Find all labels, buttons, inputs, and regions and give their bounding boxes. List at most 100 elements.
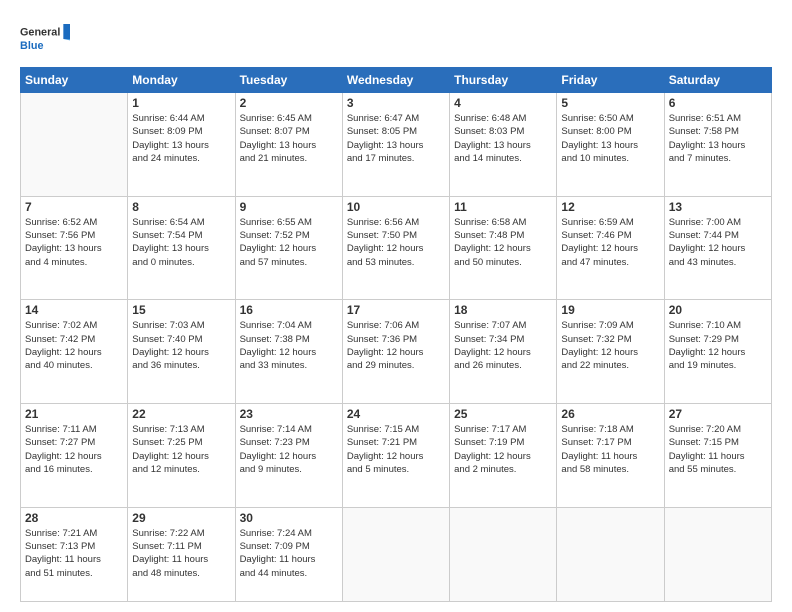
cell-info: Sunrise: 7:10 AM Sunset: 7:29 PM Dayligh… xyxy=(669,319,767,372)
day-number: 25 xyxy=(454,407,552,421)
day-number: 14 xyxy=(25,303,123,317)
day-number: 30 xyxy=(240,511,338,525)
svg-text:Blue: Blue xyxy=(20,40,43,52)
calendar-cell: 15 Sunrise: 7:03 AM Sunset: 7:40 PM Dayli… xyxy=(128,300,235,404)
cell-info: Sunrise: 6:47 AM Sunset: 8:05 PM Dayligh… xyxy=(347,112,445,165)
cell-info: Sunrise: 7:07 AM Sunset: 7:34 PM Dayligh… xyxy=(454,319,552,372)
cell-info: Sunrise: 6:54 AM Sunset: 7:54 PM Dayligh… xyxy=(132,216,230,269)
calendar-cell: 28 Sunrise: 7:21 AM Sunset: 7:13 PM Dayli… xyxy=(21,507,128,601)
calendar-cell xyxy=(21,93,128,197)
day-number: 5 xyxy=(561,96,659,110)
calendar-cell: 30 Sunrise: 7:24 AM Sunset: 7:09 PM Dayli… xyxy=(235,507,342,601)
calendar-page: General Blue SundayMondayTuesdayWednesda… xyxy=(0,0,792,612)
cell-info: Sunrise: 7:24 AM Sunset: 7:09 PM Dayligh… xyxy=(240,527,338,580)
calendar-cell: 8 Sunrise: 6:54 AM Sunset: 7:54 PM Daylig… xyxy=(128,196,235,300)
day-number: 20 xyxy=(669,303,767,317)
calendar-cell: 24 Sunrise: 7:15 AM Sunset: 7:21 PM Dayli… xyxy=(342,404,449,508)
cell-info: Sunrise: 7:20 AM Sunset: 7:15 PM Dayligh… xyxy=(669,423,767,476)
calendar-cell: 10 Sunrise: 6:56 AM Sunset: 7:50 PM Dayli… xyxy=(342,196,449,300)
cell-info: Sunrise: 6:50 AM Sunset: 8:00 PM Dayligh… xyxy=(561,112,659,165)
day-number: 26 xyxy=(561,407,659,421)
logo: General Blue xyxy=(20,19,70,59)
cell-info: Sunrise: 7:18 AM Sunset: 7:17 PM Dayligh… xyxy=(561,423,659,476)
cell-info: Sunrise: 6:55 AM Sunset: 7:52 PM Dayligh… xyxy=(240,216,338,269)
cell-info: Sunrise: 7:14 AM Sunset: 7:23 PM Dayligh… xyxy=(240,423,338,476)
calendar-cell: 11 Sunrise: 6:58 AM Sunset: 7:48 PM Dayli… xyxy=(450,196,557,300)
calendar-cell: 6 Sunrise: 6:51 AM Sunset: 7:58 PM Daylig… xyxy=(664,93,771,197)
day-number: 8 xyxy=(132,200,230,214)
day-header-monday: Monday xyxy=(128,68,235,93)
cell-info: Sunrise: 7:22 AM Sunset: 7:11 PM Dayligh… xyxy=(132,527,230,580)
day-number: 9 xyxy=(240,200,338,214)
cell-info: Sunrise: 7:06 AM Sunset: 7:36 PM Dayligh… xyxy=(347,319,445,372)
calendar-cell: 20 Sunrise: 7:10 AM Sunset: 7:29 PM Dayli… xyxy=(664,300,771,404)
day-number: 17 xyxy=(347,303,445,317)
day-header-tuesday: Tuesday xyxy=(235,68,342,93)
day-number: 4 xyxy=(454,96,552,110)
cell-info: Sunrise: 7:11 AM Sunset: 7:27 PM Dayligh… xyxy=(25,423,123,476)
calendar-cell: 16Sunrise: 7:04 AM Sunset: 7:38 PM Dayli… xyxy=(235,300,342,404)
day-number: 28 xyxy=(25,511,123,525)
calendar-cell: 1 Sunrise: 6:44 AM Sunset: 8:09 PM Daylig… xyxy=(128,93,235,197)
day-number: 13 xyxy=(669,200,767,214)
calendar-cell xyxy=(342,507,449,601)
cell-info: Sunrise: 6:56 AM Sunset: 7:50 PM Dayligh… xyxy=(347,216,445,269)
calendar-cell: 25 Sunrise: 7:17 AM Sunset: 7:19 PM Dayli… xyxy=(450,404,557,508)
day-number: 2 xyxy=(240,96,338,110)
day-header-sunday: Sunday xyxy=(21,68,128,93)
day-number: 24 xyxy=(347,407,445,421)
calendar-cell: 26 Sunrise: 7:18 AM Sunset: 7:17 PM Dayli… xyxy=(557,404,664,508)
calendar-week-5: 28 Sunrise: 7:21 AM Sunset: 7:13 PM Dayli… xyxy=(21,507,772,601)
day-number: 1 xyxy=(132,96,230,110)
calendar-cell: 22Sunrise: 7:13 AM Sunset: 7:25 PM Dayli… xyxy=(128,404,235,508)
calendar-cell: 14 Sunrise: 7:02 AM Sunset: 7:42 PM Dayli… xyxy=(21,300,128,404)
calendar-cell: 5 Sunrise: 6:50 AM Sunset: 8:00 PM Daylig… xyxy=(557,93,664,197)
day-header-wednesday: Wednesday xyxy=(342,68,449,93)
cell-info: Sunrise: 6:52 AM Sunset: 7:56 PM Dayligh… xyxy=(25,216,123,269)
day-number: 10 xyxy=(347,200,445,214)
calendar-cell xyxy=(557,507,664,601)
day-number: 23 xyxy=(240,407,338,421)
day-number: 27 xyxy=(669,407,767,421)
cell-info: Sunrise: 6:44 AM Sunset: 8:09 PM Dayligh… xyxy=(132,112,230,165)
calendar-cell xyxy=(450,507,557,601)
calendar-header-row: SundayMondayTuesdayWednesdayThursdayFrid… xyxy=(21,68,772,93)
cell-info: Sunrise: 6:45 AM Sunset: 8:07 PM Dayligh… xyxy=(240,112,338,165)
cell-info: Sunrise: 6:59 AM Sunset: 7:46 PM Dayligh… xyxy=(561,216,659,269)
cell-info: Sunrise: 6:48 AM Sunset: 8:03 PM Dayligh… xyxy=(454,112,552,165)
cell-info: Sunrise: 7:17 AM Sunset: 7:19 PM Dayligh… xyxy=(454,423,552,476)
calendar-cell: 23 Sunrise: 7:14 AM Sunset: 7:23 PM Dayli… xyxy=(235,404,342,508)
calendar-table: SundayMondayTuesdayWednesdayThursdayFrid… xyxy=(20,67,772,602)
cell-info: Sunrise: 7:15 AM Sunset: 7:21 PM Dayligh… xyxy=(347,423,445,476)
cell-info: Sunrise: 7:21 AM Sunset: 7:13 PM Dayligh… xyxy=(25,527,123,580)
header: General Blue xyxy=(20,15,772,59)
calendar-cell: 17 Sunrise: 7:06 AM Sunset: 7:36 PM Dayli… xyxy=(342,300,449,404)
calendar-cell: 9 Sunrise: 6:55 AM Sunset: 7:52 PM Daylig… xyxy=(235,196,342,300)
day-number: 15 xyxy=(132,303,230,317)
calendar-cell: 21 Sunrise: 7:11 AM Sunset: 7:27 PM Dayli… xyxy=(21,404,128,508)
calendar-cell: 4 Sunrise: 6:48 AM Sunset: 8:03 PM Daylig… xyxy=(450,93,557,197)
day-number: 16 xyxy=(240,303,338,317)
calendar-cell: 27 Sunrise: 7:20 AM Sunset: 7:15 PM Dayli… xyxy=(664,404,771,508)
calendar-week-3: 14 Sunrise: 7:02 AM Sunset: 7:42 PM Dayli… xyxy=(21,300,772,404)
cell-info: Sunrise: 7:03 AM Sunset: 7:40 PM Dayligh… xyxy=(132,319,230,372)
calendar-cell: 3 Sunrise: 6:47 AM Sunset: 8:05 PM Daylig… xyxy=(342,93,449,197)
day-header-friday: Friday xyxy=(557,68,664,93)
cell-info: Sunrise: 7:02 AM Sunset: 7:42 PM Dayligh… xyxy=(25,319,123,372)
cell-info: Sunrise: 6:58 AM Sunset: 7:48 PM Dayligh… xyxy=(454,216,552,269)
calendar-cell: 18Sunrise: 7:07 AM Sunset: 7:34 PM Dayli… xyxy=(450,300,557,404)
calendar-cell: 2 Sunrise: 6:45 AM Sunset: 8:07 PM Daylig… xyxy=(235,93,342,197)
calendar-week-1: 1 Sunrise: 6:44 AM Sunset: 8:09 PM Daylig… xyxy=(21,93,772,197)
day-number: 29 xyxy=(132,511,230,525)
svg-text:General: General xyxy=(20,27,60,39)
day-number: 3 xyxy=(347,96,445,110)
day-number: 22 xyxy=(132,407,230,421)
day-header-thursday: Thursday xyxy=(450,68,557,93)
calendar-cell: 19Sunrise: 7:09 AM Sunset: 7:32 PM Dayli… xyxy=(557,300,664,404)
calendar-cell: 12Sunrise: 6:59 AM Sunset: 7:46 PM Dayli… xyxy=(557,196,664,300)
day-number: 21 xyxy=(25,407,123,421)
day-number: 6 xyxy=(669,96,767,110)
day-number: 11 xyxy=(454,200,552,214)
cell-info: Sunrise: 6:51 AM Sunset: 7:58 PM Dayligh… xyxy=(669,112,767,165)
calendar-cell: 29 Sunrise: 7:22 AM Sunset: 7:11 PM Dayli… xyxy=(128,507,235,601)
